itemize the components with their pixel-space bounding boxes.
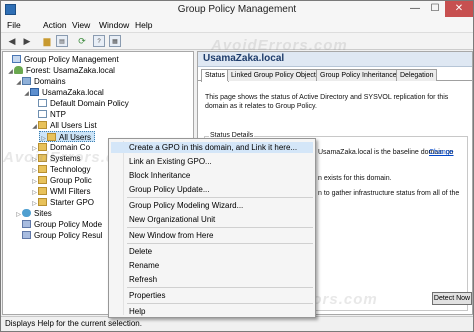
close-button[interactable]: ✕ [445,1,473,17]
domains-icon [22,77,31,85]
ctx-help[interactable]: Help [129,306,145,317]
back-arrow-icon[interactable]: ◀ [6,35,18,47]
collapse-icon[interactable]: ◢ [15,78,22,89]
help-icon[interactable]: ? [93,35,105,47]
tree-node-technology[interactable]: ▷ Technology [31,164,90,175]
tree-node-domain-controllers[interactable]: ▷ Domain Co [31,142,90,153]
starter-folder-icon [38,198,47,206]
details-header: UsamaZaka.local [198,52,472,67]
menu-file[interactable]: File [7,20,21,30]
results-icon [22,231,31,239]
tree-node-all-users-list[interactable]: ◢ All Users List [31,120,97,131]
menu-separator [127,303,313,304]
folder-icon[interactable]: ▆ [41,35,53,47]
ou-icon [38,143,47,151]
forward-arrow-icon[interactable]: ▶ [21,35,33,47]
ctx-refresh[interactable]: Refresh [129,274,157,285]
status-bar: Displays Help for the current selection. [1,316,473,331]
menu-help[interactable]: Help [135,20,152,30]
ctx-properties[interactable]: Properties [129,290,165,301]
refresh-icon[interactable]: ⟳ [76,35,88,47]
tree-node-default-domain-policy[interactable]: Default Domain Policy [31,98,129,109]
forest-icon [14,66,23,74]
wmi-folder-icon [38,187,47,195]
properties-icon[interactable]: ▦ [109,35,121,47]
ctx-create-gpo[interactable]: Create a GPO in this domain, and Link it… [111,142,313,153]
status-text: Displays Help for the current selection. [5,319,142,328]
tree-node-all-users[interactable]: ▷ All Users [39,131,96,142]
ou-icon [38,121,47,129]
gpo-folder-icon [38,176,47,184]
tree-node-gpm[interactable]: Group Policy Management [5,54,119,65]
collapse-icon[interactable]: ◢ [7,67,14,78]
tree-node-group-policy-objects[interactable]: ▷ Group Polic [31,175,92,186]
change-baseline-link[interactable]: Change [429,148,454,157]
details-tabs: Status Linked Group Policy Objects Group… [198,69,472,82]
ou-icon [47,133,56,141]
menu-bar: File Action View Window Help [1,18,473,33]
ctx-block-inheritance[interactable]: Block Inheritance [129,170,190,181]
details-title: UsamaZaka.local [203,53,285,64]
menu-separator [127,243,313,244]
toolbar: ◀ ▶ ▆ ▤ ⟳ ? ▦ [1,33,473,50]
menu-window[interactable]: Window [99,20,129,30]
status-description-line2: domain as it relates to Group Policy. [205,103,317,110]
tree-node-domain[interactable]: ◢ UsamaZaka.local [23,87,104,98]
ou-icon [38,165,47,173]
collapse-icon[interactable]: ◢ [23,89,30,100]
ctx-link-existing-gpo[interactable]: Link an Existing GPO... [129,156,212,167]
tree-node-ntp[interactable]: NTP [31,109,66,120]
ctx-gp-update[interactable]: Group Policy Update... [129,184,209,195]
minimize-button[interactable]: — [405,1,425,17]
tree-node-wmi-filters[interactable]: ▷ WMI Filters [31,186,90,197]
domain-icon [30,88,39,96]
tree-node-sites[interactable]: ▷ Sites [15,208,52,219]
gpo-link-icon [38,99,47,107]
tab-linked-gpos[interactable]: Linked Group Policy Objects [227,69,324,81]
tree-node-domains[interactable]: ◢ Domains [15,76,66,87]
tree-node-starter-gpos[interactable]: ▷ Starter GPO [31,197,94,208]
window-title: Group Policy Management [177,4,297,15]
tree-node-gp-results[interactable]: Group Policy Resul [15,230,102,241]
tab-delegation[interactable]: Delegation [396,69,438,81]
ctx-new-ou[interactable]: New Organizational Unit [129,214,215,225]
ou-icon [38,154,47,162]
tree-node-forest[interactable]: ◢ Forest: UsamaZaka.local [7,65,115,76]
gather-status-text: n to gather infrastructure status from a… [318,190,460,197]
maximize-button[interactable]: ☐ [425,1,445,17]
ctx-new-window[interactable]: New Window from Here [129,230,213,241]
gpo-link-icon [38,110,47,118]
collapse-icon[interactable]: ◢ [31,122,38,133]
ctx-rename[interactable]: Rename [129,260,159,271]
menu-view[interactable]: View [72,20,90,30]
menu-separator [127,227,313,228]
detect-now-button[interactable]: Detect Now [432,292,472,305]
modeling-icon [22,220,31,228]
tree-node-systems[interactable]: ▷ Systems [31,153,81,164]
menu-action[interactable]: Action [43,20,67,30]
ctx-modeling-wizard[interactable]: Group Policy Modeling Wizard... [129,200,243,211]
tab-gp-inheritance[interactable]: Group Policy Inheritance [316,69,401,81]
tab-status[interactable]: Status [201,69,229,82]
main-window: Group Policy Management — ☐ ✕ File Actio… [0,0,474,332]
report-exists-text: n exists for this domain. [318,175,392,182]
menu-separator [127,197,313,198]
context-menu: Create a GPO in this domain, and Link it… [108,138,316,318]
ctx-delete[interactable]: Delete [129,246,152,257]
menu-separator [127,287,313,288]
sites-icon [22,209,31,217]
status-description-line1: This page shows the status of Active Dir… [205,94,449,101]
console-tree-icon[interactable]: ▤ [56,35,68,47]
gpm-icon [12,55,21,63]
title-bar[interactable]: Group Policy Management — ☐ ✕ [1,1,473,18]
tree-node-gp-modeling[interactable]: Group Policy Mode [15,219,102,230]
